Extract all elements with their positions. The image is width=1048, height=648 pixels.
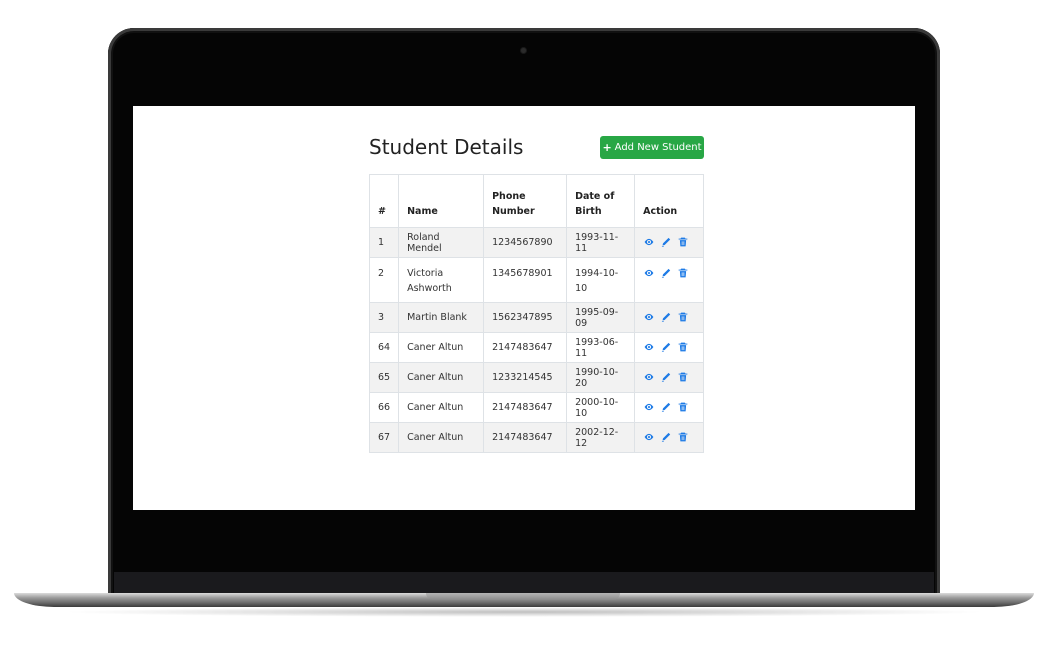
table-header-row: # Name Phone Number Date of Birth Action	[368, 174, 704, 228]
header-id: #	[368, 174, 400, 228]
cell-phone: 2147483647	[483, 392, 568, 423]
delete-icon[interactable]	[677, 372, 689, 384]
cell-phone: 1233214545	[483, 362, 568, 393]
header-dob: Date of Birth	[566, 174, 636, 228]
delete-icon[interactable]	[677, 432, 689, 444]
view-icon[interactable]	[643, 237, 655, 249]
edit-icon[interactable]	[660, 268, 672, 280]
table-row: 67 Caner Altun 2147483647 2002-12-12	[368, 422, 704, 453]
cell-name: Roland Mendel	[398, 227, 485, 258]
cell-phone: 1345678901	[483, 257, 568, 303]
cell-actions	[634, 302, 704, 333]
delete-icon[interactable]	[677, 402, 689, 414]
delete-icon[interactable]	[677, 342, 689, 354]
cell-name: Caner Altun	[398, 392, 485, 423]
table-row: 65 Caner Altun 1233214545 1990-10-20	[368, 362, 704, 393]
edit-icon[interactable]	[660, 237, 672, 249]
laptop-screen: Student Details + Add New Student # Name…	[133, 106, 915, 510]
webcam-icon	[521, 48, 526, 53]
view-icon[interactable]	[643, 312, 655, 324]
cell-id: 65	[368, 362, 400, 393]
cell-id: 2	[368, 257, 400, 303]
table-row: 2 Victoria Ashworth 1345678901 1994-10-10	[368, 257, 704, 303]
edit-icon[interactable]	[660, 342, 672, 354]
delete-icon[interactable]	[677, 312, 689, 324]
table-row: 1 Roland Mendel 1234567890 1993-11-11	[368, 227, 704, 258]
cell-name: Caner Altun	[398, 332, 485, 363]
cell-dob: 1993-06-11	[566, 332, 636, 363]
cell-id: 3	[368, 302, 400, 333]
cell-name: Caner Altun	[398, 422, 485, 453]
cell-id: 64	[368, 332, 400, 363]
cell-dob: 1994-10-10	[566, 257, 636, 303]
header-action: Action	[634, 174, 704, 228]
view-icon[interactable]	[643, 402, 655, 414]
cell-name: Victoria Ashworth	[398, 257, 485, 303]
edit-icon[interactable]	[660, 432, 672, 444]
cell-phone: 2147483647	[483, 422, 568, 453]
cell-dob: 1990-10-20	[566, 362, 636, 393]
view-icon[interactable]	[643, 432, 655, 444]
cell-dob: 1993-11-11	[566, 227, 636, 258]
add-new-student-label: Add New Student	[614, 142, 702, 153]
students-table: # Name Phone Number Date of Birth Action…	[368, 174, 704, 453]
table-row: 64 Caner Altun 2147483647 1993-06-11	[368, 332, 704, 363]
header-phone: Phone Number	[483, 174, 568, 228]
cell-name: Caner Altun	[398, 362, 485, 393]
view-icon[interactable]	[643, 372, 655, 384]
add-new-student-button[interactable]: + Add New Student	[600, 136, 704, 159]
cell-name: Martin Blank	[398, 302, 485, 333]
laptop-bezel-chin	[114, 572, 934, 594]
cell-dob: 2000-10-10	[566, 392, 636, 423]
cell-id: 66	[368, 392, 400, 423]
edit-icon[interactable]	[660, 372, 672, 384]
cell-actions	[634, 227, 704, 258]
laptop-shadow	[60, 607, 988, 617]
cell-actions	[634, 362, 704, 393]
cell-phone: 2147483647	[483, 332, 568, 363]
cell-actions	[634, 257, 704, 303]
delete-icon[interactable]	[677, 268, 689, 280]
plus-icon: +	[602, 141, 612, 154]
cell-actions	[634, 332, 704, 363]
view-icon[interactable]	[643, 342, 655, 354]
page-title: Student Details	[369, 135, 524, 159]
delete-icon[interactable]	[677, 237, 689, 249]
cell-actions	[634, 422, 704, 453]
header-name: Name	[398, 174, 485, 228]
edit-icon[interactable]	[660, 312, 672, 324]
cell-dob: 1995-09-09	[566, 302, 636, 333]
table-row: 3 Martin Blank 1562347895 1995-09-09	[368, 302, 704, 333]
table-row: 66 Caner Altun 2147483647 2000-10-10	[368, 392, 704, 423]
view-icon[interactable]	[643, 268, 655, 280]
cell-phone: 1234567890	[483, 227, 568, 258]
laptop-hinge-notch	[426, 593, 620, 600]
cell-dob: 2002-12-12	[566, 422, 636, 453]
cell-id: 67	[368, 422, 400, 453]
cell-phone: 1562347895	[483, 302, 568, 333]
cell-actions	[634, 392, 704, 423]
cell-id: 1	[368, 227, 400, 258]
edit-icon[interactable]	[660, 402, 672, 414]
